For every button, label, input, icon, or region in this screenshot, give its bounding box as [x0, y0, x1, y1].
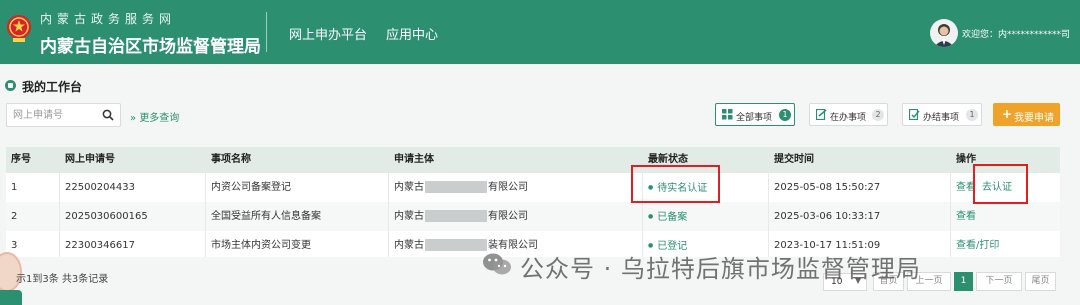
watermark-text: 公众号 · 乌拉特后旗市场监督管理局: [520, 255, 921, 283]
last-page-button[interactable]: 尾页: [1025, 272, 1056, 291]
header-divider: [266, 12, 267, 52]
search-icon[interactable]: [102, 109, 114, 121]
row-index: 2: [6, 202, 60, 231]
page-1-button[interactable]: 1: [954, 272, 973, 291]
nav-app-center[interactable]: 应用中心: [386, 24, 438, 43]
filter-all-button[interactable]: 全部事项 1: [715, 103, 795, 126]
workbench-title: 我的工作台: [22, 80, 83, 94]
row-item-name: 市场主体内资公司变更: [206, 231, 389, 257]
row-subject: 内蒙古 有限公司: [389, 202, 643, 231]
row-actions: 查看: [951, 202, 1060, 231]
org-title: 内蒙古自治区市场监督管理局: [40, 37, 261, 57]
filter-all-count: 1: [779, 109, 791, 121]
table-row: 2 2025030600165 全国受益所有人信息备案 内蒙古有限公司 已备案 …: [6, 202, 1060, 231]
redacted-block: [425, 239, 487, 251]
filter-in-progress-count: 2: [872, 109, 884, 121]
national-emblem-icon: [7, 15, 31, 42]
more-query-link[interactable]: » 更多查询: [130, 109, 179, 124]
row-index: 3: [6, 231, 60, 257]
col-header-app-no: 网上申请号: [60, 147, 206, 173]
row-index: 1: [6, 173, 60, 202]
row-submit-time: 2025-03-06 10:33:17: [769, 202, 951, 231]
edit-doc-icon: [816, 109, 827, 120]
col-header-index: 序号: [6, 147, 60, 173]
col-header-item: 事项名称: [206, 147, 389, 173]
side-tab[interactable]: [0, 290, 22, 305]
double-chevron-icon: »: [130, 113, 137, 124]
plus-icon: +: [1002, 107, 1013, 121]
record-summary: 示1到3条 共3条记录: [16, 274, 109, 285]
user-avatar[interactable]: [930, 19, 958, 47]
subject-suffix: 有限公司: [488, 182, 528, 193]
status-highlight-box: [631, 165, 720, 203]
table-row: 1 22500204433 内资公司备案登记 内蒙古有限公司 待实名认证 202…: [6, 173, 1060, 202]
row-actions: 查看/打印: [951, 231, 1060, 257]
more-query-label: 更多查询: [139, 113, 180, 124]
row-app-no: 22500204433: [60, 173, 206, 202]
search-box: [6, 103, 121, 127]
row-item-name: 内资公司备案登记: [206, 173, 389, 202]
col-header-subject: 申请主体: [389, 147, 643, 173]
workbench-icon: [5, 80, 16, 91]
filter-in-progress-label: 在办事项: [830, 113, 867, 123]
watermark: 公众号 · 乌拉特后旗市场监督管理局: [483, 249, 921, 284]
view-link[interactable]: 查看: [956, 211, 976, 222]
view-print-link[interactable]: 查看/打印: [956, 240, 999, 251]
table-header-row: 序号 网上申请号 事项名称 申请主体 最新状态 提交时间 操作: [6, 147, 1060, 173]
row-status: 已备案: [643, 202, 769, 231]
row-submit-time: 2025-05-08 15:50:27: [769, 173, 951, 202]
redacted-block: [425, 210, 487, 222]
filter-all-label: 全部事项: [736, 113, 773, 123]
apply-label: 我要申请: [1014, 113, 1054, 124]
filter-in-progress-button[interactable]: 在办事项 2: [809, 103, 888, 126]
authenticate-highlight-box: [973, 164, 1028, 204]
nav-online-platform[interactable]: 网上申办平台: [289, 24, 367, 43]
filter-done-button[interactable]: 办结事项 1: [902, 103, 982, 126]
row-app-no: 2025030600165: [60, 202, 206, 231]
filter-done-label: 办结事项: [923, 113, 960, 123]
row-subject: 内蒙古 有限公司: [389, 173, 643, 202]
subject-suffix: 有限公司: [488, 211, 528, 222]
redacted-block: [425, 181, 487, 193]
apply-button[interactable]: + 我要申请: [993, 103, 1060, 126]
next-page-button[interactable]: 下一页: [976, 272, 1022, 291]
org-subtitle: 内蒙古政务服务网: [40, 12, 177, 26]
top-header: 内蒙古政务服务网 内蒙古自治区市场监督管理局 网上申办平台 应用中心 欢迎您：内…: [0, 0, 1080, 64]
grid-icon: [722, 109, 733, 120]
filter-done-count: 1: [966, 109, 978, 121]
wechat-icon: [483, 253, 511, 275]
status-badge: 已备案: [648, 212, 687, 223]
search-input[interactable]: [13, 107, 93, 123]
row-item-name: 全国受益所有人信息备案: [206, 202, 389, 231]
col-header-time: 提交时间: [769, 147, 951, 173]
subject-prefix: 内蒙古: [394, 240, 424, 251]
user-avatar-icon: [934, 24, 954, 47]
done-doc-icon: [909, 109, 920, 120]
row-app-no: 22300346617: [60, 231, 206, 257]
welcome-text: 欢迎您：内************司: [962, 30, 1071, 40]
subject-prefix: 内蒙古: [394, 182, 424, 193]
subject-prefix: 内蒙古: [394, 211, 424, 222]
